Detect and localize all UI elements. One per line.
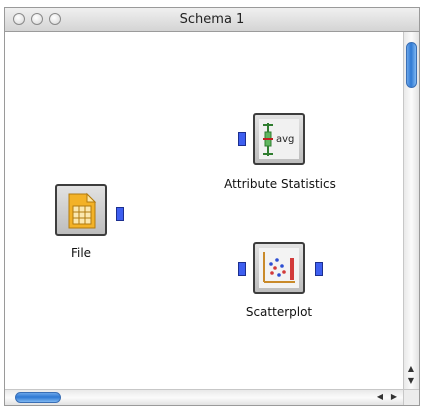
scroll-up-arrow-icon[interactable]: ▲: [404, 363, 418, 375]
attribute-statistics-widget-label: Attribute Statistics: [224, 177, 336, 191]
horizontal-scrollbar[interactable]: ◀ ▶: [5, 389, 403, 405]
attribute-statistics-input-port[interactable]: [238, 132, 246, 146]
scroll-left-arrow-icon[interactable]: ◀: [373, 391, 387, 403]
file-output-port[interactable]: [116, 207, 124, 221]
scatterplot-icon: [259, 248, 299, 288]
avg-icon-text: avg: [276, 134, 294, 145]
vertical-scrollbar[interactable]: ▲ ▼: [403, 32, 419, 389]
title-bar[interactable]: Schema 1: [5, 8, 419, 32]
schema-canvas[interactable]: File avg Attribute Statistics Scatterplo…: [5, 32, 403, 389]
attribute-statistics-avg-icon: avg: [259, 119, 299, 159]
window-title: Schema 1: [179, 12, 245, 27]
horizontal-scroll-thumb[interactable]: [15, 392, 61, 403]
schema-window: Schema 1 File avg Attribute Statistics S…: [4, 7, 420, 406]
scatterplot-input-port[interactable]: [238, 262, 246, 276]
scatterplot-widget-label: Scatterplot: [245, 305, 313, 319]
scatterplot-output-port[interactable]: [315, 262, 323, 276]
scroll-corner: [403, 389, 419, 405]
scatterplot-widget-box[interactable]: [253, 242, 305, 294]
file-table-icon: [68, 192, 97, 229]
scroll-down-arrow-icon[interactable]: ▼: [404, 375, 418, 387]
file-widget-box[interactable]: [55, 184, 107, 236]
scroll-right-arrow-icon[interactable]: ▶: [387, 391, 401, 403]
file-widget-label: File: [70, 246, 92, 260]
vertical-scroll-thumb[interactable]: [406, 42, 417, 88]
attribute-statistics-widget-box[interactable]: avg: [253, 113, 305, 165]
